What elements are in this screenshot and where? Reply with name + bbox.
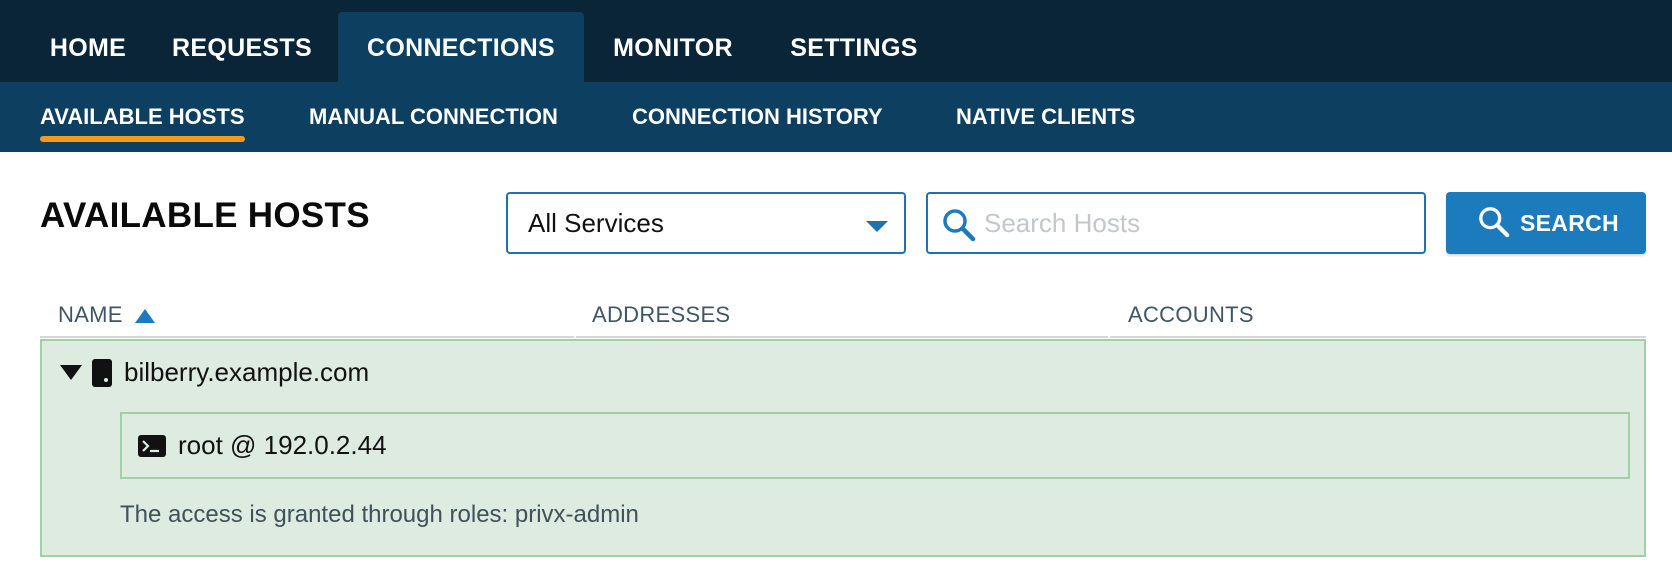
search-button[interactable]: SEARCH — [1446, 192, 1646, 254]
column-divider — [576, 336, 1108, 338]
service-select-value: All Services — [528, 208, 664, 238]
column-header-accounts[interactable]: ACCOUNTS — [1128, 292, 1254, 340]
search-button-label: SEARCH — [1520, 210, 1619, 236]
column-divider — [1110, 336, 1646, 338]
subtab-manual-connection[interactable]: MANUAL CONNECTION — [309, 82, 558, 152]
server-icon — [92, 359, 112, 387]
column-divider — [40, 336, 574, 338]
account-label: root @ 192.0.2.44 — [178, 430, 387, 460]
tab-requests[interactable]: REQUESTS — [156, 12, 328, 82]
column-header-addresses[interactable]: ADDRESSES — [592, 292, 730, 340]
page-title: AVAILABLE HOSTS — [40, 196, 370, 235]
tab-monitor[interactable]: MONITOR — [590, 12, 756, 82]
chevron-down-icon — [866, 221, 888, 232]
service-select[interactable]: All Services — [506, 192, 906, 254]
terminal-icon — [138, 435, 166, 457]
host-row[interactable]: bilberry.example.com — [42, 341, 1644, 403]
subtab-available-hosts[interactable]: AVAILABLE HOSTS — [40, 82, 245, 152]
tab-connections[interactable]: CONNECTIONS — [338, 12, 584, 82]
table-header: NAME ADDRESSES ACCOUNTS — [40, 292, 1646, 340]
tab-settings[interactable]: SETTINGS — [768, 12, 940, 82]
subtab-connection-history[interactable]: CONNECTION HISTORY — [632, 82, 883, 152]
search-input[interactable] — [984, 196, 1414, 250]
top-nav: HOME REQUESTS CONNECTIONS MONITOR SETTIN… — [0, 0, 1672, 82]
column-header-name-label: NAME — [58, 302, 123, 327]
host-row-expanded: bilberry.example.com root @ 192.0.2.44 T… — [40, 339, 1646, 557]
search-icon — [943, 209, 976, 242]
search-icon — [1479, 207, 1510, 238]
sub-nav: AVAILABLE HOSTS MANUAL CONNECTION CONNEC… — [0, 82, 1672, 152]
column-header-name[interactable]: NAME — [58, 292, 155, 340]
roles-note: The access is granted through roles: pri… — [120, 501, 639, 528]
host-name: bilberry.example.com — [124, 357, 370, 387]
tab-home[interactable]: HOME — [24, 12, 152, 82]
sort-ascending-icon — [134, 309, 155, 323]
expand-triangle-icon[interactable] — [60, 365, 82, 380]
search-field — [926, 192, 1426, 254]
account-connection-item[interactable]: root @ 192.0.2.44 — [120, 412, 1630, 479]
subtab-native-clients[interactable]: NATIVE CLIENTS — [956, 82, 1135, 152]
